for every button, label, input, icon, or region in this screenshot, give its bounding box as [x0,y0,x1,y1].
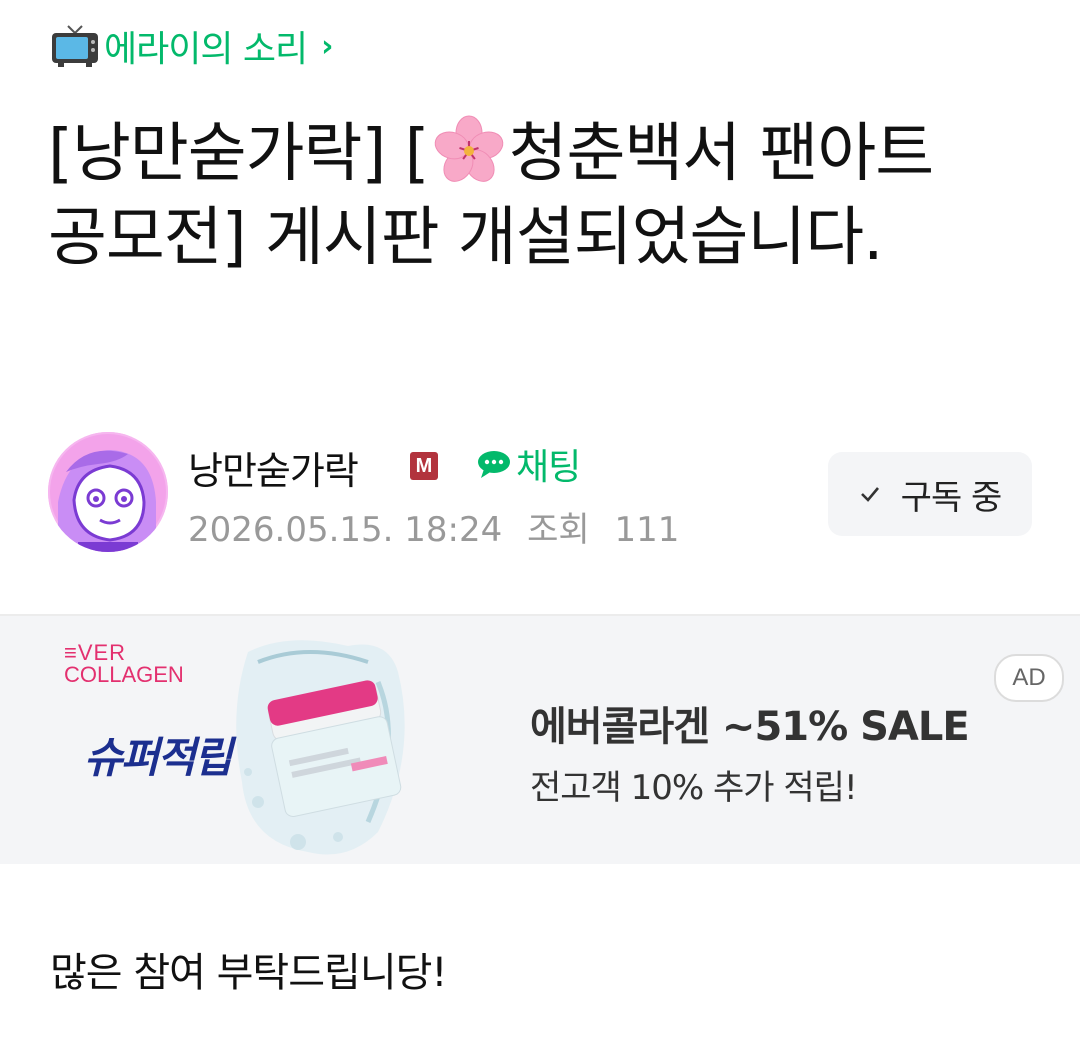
check-icon [860,487,879,502]
chat-bubble-icon [478,451,510,478]
post-date: 2026.05.15. 18:24 [188,510,503,550]
post-title: [낭만숟가락] [ 청춘백서 팬아트 공모전] 게시판 개설되었습니다. [48,112,1008,280]
subscribe-button[interactable]: 구독 중 [828,452,1032,536]
views-count: 111 [614,510,680,550]
post-body: 많은 참여 부탁드립니당! [50,950,447,996]
ad-subtext: 전고객 10% 추가 적립! [530,768,858,808]
board-breadcrumb[interactable]: 에라이의 소리 › [50,22,334,70]
title-prefix: [낭만숟가락] [ [48,117,430,191]
tv-icon [52,25,98,67]
views-label: 조회 [527,510,590,550]
ad-product-image [236,640,405,855]
ad-slogan: 슈퍼적립 [84,733,233,782]
chat-label: 채팅 [516,447,581,488]
post-meta: 2026.05.15. 18:24 조회 111 [188,502,679,551]
subscribe-label: 구독 중 [900,477,1003,518]
author-name[interactable]: 낭만숟가락 [188,440,359,495]
ad-brand-line1: ≡VER [64,640,127,665]
ad-headline: 에버콜라겐 ~51% SALE [530,704,970,750]
member-badge: M [410,452,438,480]
ad-banner[interactable]: ≡VER COLLAGEN 슈퍼적립 에버콜라겐 ~51% SALE 전고객 1… [0,614,1080,864]
chat-button[interactable]: 채팅 [476,438,581,490]
chevron-right-icon: › [321,28,334,64]
ad-badge[interactable]: AD [994,654,1064,702]
cherry-blossom-icon [434,115,503,182]
board-name[interactable]: 에라이의 소리 [104,20,308,72]
ad-brand-line2: COLLAGEN [64,662,184,687]
ad-brand-logo: ≡VER COLLAGEN [64,642,184,686]
avatar-illustration [48,432,168,552]
avatar[interactable] [48,432,168,552]
author-row: 낭만숟가락 M 채팅 2026.05.15. 18:24 조회 111 구독 중 [48,432,1038,556]
